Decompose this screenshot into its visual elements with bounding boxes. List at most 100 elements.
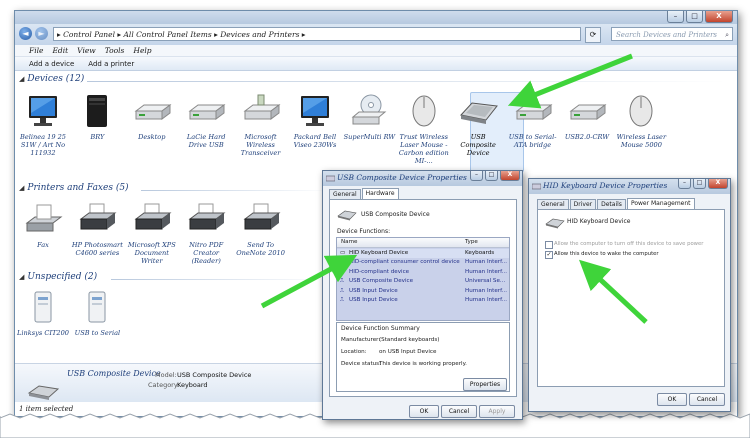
group-printers-label: Printers and Faxes (5) [27, 183, 129, 193]
printer-icon [180, 201, 232, 239]
device-item[interactable]: BRY [71, 93, 123, 141]
list-item[interactable]: ⎍ HID-compliant consumer control device Hu… [337, 258, 509, 267]
turn-off-checkbox[interactable] [545, 241, 553, 249]
list-item[interactable]: ⎍ USB Input Device Human Interf... [337, 287, 509, 296]
device-item[interactable]: Send To OneNote 2010 [235, 201, 287, 257]
device-item[interactable]: USB2.0-CRW [561, 93, 613, 141]
cancel-button[interactable]: Cancel [441, 405, 477, 418]
refresh-icon[interactable]: ⟳ [585, 27, 601, 43]
device-item[interactable]: Fax [17, 201, 69, 249]
device-item[interactable]: USB to Serial [71, 289, 123, 337]
minimize-button[interactable]: – [667, 11, 684, 23]
hid-keyboard-properties-dialog: HID Keyboard Device Properties – □ X Gen… [528, 178, 731, 412]
printer-icon [235, 201, 287, 239]
cancel-button[interactable]: Cancel [689, 393, 725, 406]
window-titlebar[interactable] [15, 11, 737, 24]
usb-device-icon: ⎍ [340, 268, 344, 275]
device-item[interactable]: SuperMulti RW [343, 93, 395, 141]
collapse-icon[interactable]: ◢ [19, 273, 24, 281]
location-key: Location: [341, 349, 367, 355]
add-device-button[interactable]: Add a device [29, 57, 74, 70]
close-button[interactable]: X [705, 11, 733, 23]
menu-bar: File Edit View Tools Help [15, 45, 737, 57]
device-item[interactable]: Packard Bell Viseo 230Ws [289, 93, 341, 149]
function-name: HID-compliant device [349, 268, 410, 275]
device-label: HP Photosmart C4600 series [71, 241, 123, 257]
device-item[interactable]: Desktop [126, 93, 178, 141]
maximize-button[interactable]: □ [686, 11, 703, 23]
usb-device-icon: ⎍ [340, 287, 344, 294]
back-button[interactable]: ◄ [19, 27, 32, 40]
menu-edit[interactable]: Edit [52, 45, 68, 56]
device-label: BRY [90, 133, 105, 141]
minimize-button[interactable]: – [470, 171, 483, 181]
collapse-icon[interactable]: ◢ [19, 75, 24, 83]
device-item[interactable]: USB to Serial-ATA bridge [507, 93, 559, 149]
close-button[interactable]: X [500, 171, 520, 181]
manufacturer-value: (Standard keyboards) [379, 337, 440, 343]
keyboard-icon [545, 218, 565, 229]
device-label: USB2.0-CRW [564, 133, 610, 141]
wake-checkbox[interactable]: ✓ [545, 251, 553, 259]
menu-file[interactable]: File [29, 45, 43, 56]
device-item[interactable]: USB Composite Device [452, 93, 504, 157]
list-item[interactable]: ⎍ HID-compliant device Human Interf... [337, 268, 509, 277]
apply-button[interactable]: Apply [479, 405, 515, 418]
add-printer-button[interactable]: Add a printer [88, 57, 134, 70]
device-item[interactable]: Microsoft XPS Document Writer [126, 201, 178, 265]
dialog-titlebar[interactable]: HID Keyboard Device Properties – □ X [529, 179, 730, 194]
minimize-button[interactable]: – [678, 179, 691, 189]
device-item[interactable]: Trust Wireless Laser Mouse - Carbon edit… [398, 93, 450, 165]
device-item[interactable]: Linksys CIT200 [17, 289, 69, 337]
device-item[interactable]: HP Photosmart C4600 series [71, 201, 123, 257]
column-type[interactable]: Type [465, 239, 478, 245]
list-item[interactable]: ▭ HID Keyboard Device Keyboards [337, 249, 509, 258]
usb-device-icon: ⎍ [340, 297, 344, 303]
device-functions-list[interactable]: Name Type ▭ HID Keyboard Device Keyboards ⎍… [336, 237, 510, 321]
command-bar: Add a device Add a printer [15, 57, 737, 71]
device-label: Microsoft Wireless Transceiver [240, 133, 281, 157]
collapse-icon[interactable]: ◢ [19, 184, 24, 192]
manufacturer-key: Manufacturer: [341, 337, 381, 343]
device-item[interactable]: Belinea 19 25 S1W / Art No 111932 [17, 93, 69, 157]
properties-button[interactable]: Properties [463, 378, 507, 391]
maximize-button[interactable]: □ [693, 179, 706, 189]
group-unspecified-header[interactable]: ◢ Unspecified (2) [19, 272, 97, 282]
status-value: This device is working properly. [379, 361, 467, 367]
computer-tower-icon [71, 93, 123, 131]
device-item[interactable]: Nitro PDF Creator (Reader) [180, 201, 232, 265]
mouse-icon [615, 93, 667, 131]
location-value: on USB Input Device [379, 349, 437, 355]
device-label: Fax [37, 241, 49, 249]
device-item[interactable]: Microsoft Wireless Transceiver [235, 93, 287, 157]
keyboard-icon: ▭ [340, 250, 346, 256]
close-button[interactable]: X [708, 179, 728, 189]
details-category-value: Keyboard [177, 381, 208, 389]
wake-label: Allow this device to wake the computer [554, 251, 659, 257]
function-name: USB Input Device [349, 297, 398, 303]
function-type: Universal Se... [465, 278, 506, 285]
ok-button[interactable]: OK [409, 405, 439, 418]
dialog-titlebar[interactable]: USB Composite Device Properties – □ X [323, 171, 522, 186]
mouse-icon [398, 93, 450, 131]
turn-off-label: Allow the computer to turn off this devi… [554, 241, 704, 247]
group-printers-header[interactable]: ◢ Printers and Faxes (5) [19, 183, 129, 193]
list-item[interactable]: ⎍ USB Composite Device Universal Se... [337, 277, 509, 286]
list-item[interactable]: ⎍ USB Input Device Human Interf... [337, 296, 509, 305]
device-item[interactable]: LaCie Hard Drive USB [180, 93, 232, 149]
search-input[interactable]: Search Devices and Printers ⌕ [611, 27, 733, 41]
device-item[interactable]: Wireless Laser Mouse 5000 [615, 93, 667, 149]
menu-tools[interactable]: Tools [105, 45, 125, 56]
address-bar[interactable]: ▸ Control Panel ▸ All Control Panel Item… [53, 27, 581, 41]
maximize-button[interactable]: □ [485, 171, 498, 181]
menu-view[interactable]: View [77, 45, 96, 56]
menu-help[interactable]: Help [133, 45, 151, 56]
forward-button[interactable]: ► [35, 27, 48, 40]
drive-icon [126, 93, 178, 131]
function-type: Human Interf... [465, 259, 507, 266]
ok-button[interactable]: OK [657, 393, 687, 406]
group-devices-header[interactable]: ◢ Devices (12) [19, 74, 84, 84]
functions-label: Device Functions: [337, 228, 391, 235]
usb-device-icon: ⎍ [340, 278, 344, 285]
column-name[interactable]: Name [341, 239, 358, 245]
